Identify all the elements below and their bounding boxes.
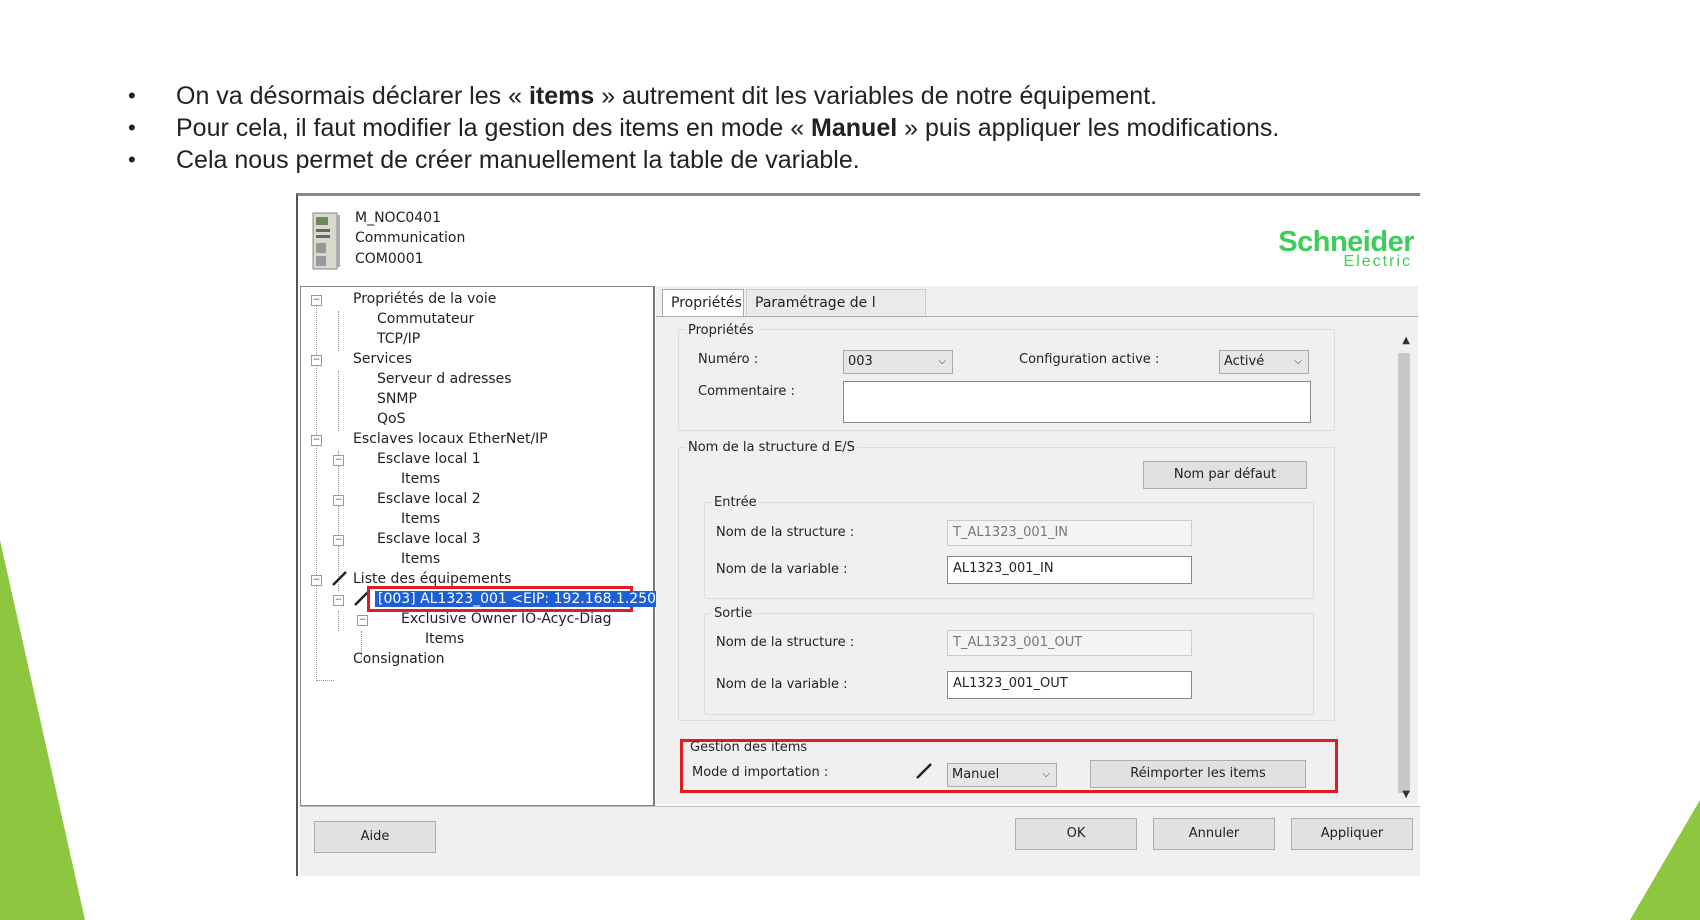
entree-variable-field[interactable]: AL1323_001_IN (947, 556, 1192, 584)
collapse-expander[interactable]: − (333, 455, 344, 466)
tree-item-esclave-local-3[interactable]: Esclave local 3 (377, 529, 481, 549)
edit-pencil-icon (916, 763, 932, 779)
slide-bullet-list: • On va désormais déclarer les « items »… (128, 80, 1428, 176)
tree-item-consignation[interactable]: Consignation (353, 649, 445, 669)
numero-label: Numéro : (698, 352, 759, 367)
bullet-item: • On va désormais déclarer les « items »… (128, 81, 1158, 110)
mode-importation-label: Mode d importation : (692, 765, 829, 780)
commentaire-field[interactable] (843, 381, 1311, 423)
tab-parametrage-adresse[interactable]: Paramétrage de l adresse (746, 289, 926, 338)
collapse-expander[interactable]: − (311, 435, 322, 446)
chevron-down-icon: ⌵ (1042, 769, 1050, 780)
structure-group-title: Nom de la structure d E/S (686, 440, 857, 455)
edit-pencil-icon (332, 571, 347, 586)
right-green-triangle (1630, 800, 1700, 920)
tree-item-snmp[interactable]: SNMP (377, 389, 417, 409)
tree-item-items[interactable]: Items (401, 469, 440, 489)
tree-item-esclaves-locaux[interactable]: Esclaves locaux EtherNet/IP (353, 429, 548, 449)
entree-structure-field[interactable]: T_AL1323_001_IN (947, 520, 1192, 546)
bullet-item: • Pour cela, il faut modifier la gestion… (128, 113, 1280, 142)
chevron-down-icon: ⌵ (938, 356, 946, 367)
sortie-structure-label: Nom de la structure : (716, 635, 855, 650)
chevron-down-icon: ⌵ (1294, 356, 1302, 367)
collapse-expander[interactable]: − (311, 295, 322, 306)
sortie-variable-label: Nom de la variable : (716, 677, 848, 692)
sortie-group-title: Sortie (712, 606, 755, 621)
collapse-expander[interactable]: − (357, 615, 368, 626)
entree-variable-label: Nom de la variable : (716, 562, 848, 577)
tree-item-items[interactable]: Items (401, 549, 440, 569)
tree-item-qos[interactable]: QoS (377, 409, 405, 429)
entree-group-title: Entrée (712, 495, 759, 510)
tree-item-esclave-local-1[interactable]: Esclave local 1 (377, 449, 481, 469)
tree-item-items[interactable]: Items (401, 509, 440, 529)
config-tree: − Propriétés de la voie Commutateur TCP/… (300, 286, 671, 806)
tree-item-items[interactable]: Items (425, 629, 464, 649)
nom-par-defaut-button[interactable]: Nom par défaut (1143, 461, 1307, 489)
properties-panel: Propriétés Numéro : 003 ⌵ Configuration a… (656, 317, 1418, 804)
properties-group-title: Propriétés (686, 323, 756, 338)
scroll-up-icon[interactable]: ▲ (1402, 335, 1410, 346)
dialog-footer: Aide OK Annuler Appliquer (300, 806, 1420, 876)
left-green-triangle (0, 540, 85, 920)
ok-button[interactable]: OK (1015, 818, 1137, 850)
collapse-expander[interactable]: − (333, 495, 344, 506)
module-hardware-icon (312, 212, 340, 270)
module-name: M_NOC0401 (355, 210, 441, 226)
collapse-expander[interactable]: − (311, 575, 322, 586)
entree-group (704, 502, 1314, 599)
sortie-group (704, 613, 1314, 715)
schneider-electric-logo: Schneider Electric (1278, 226, 1414, 270)
module-id: COM0001 (355, 251, 424, 267)
collapse-expander[interactable]: − (311, 355, 322, 366)
scroll-down-icon[interactable]: ▼ (1402, 789, 1410, 800)
module-type: Communication (355, 230, 466, 246)
tab-bar: Propriétés Paramétrage de l adresse (656, 286, 1418, 338)
tree-item-commutateur[interactable]: Commutateur (377, 309, 474, 329)
apply-button[interactable]: Appliquer (1291, 818, 1413, 850)
module-config-dialog: M_NOC0401 Communication COM0001 Schneide… (296, 193, 1420, 876)
tree-item-tcpip[interactable]: TCP/IP (377, 329, 420, 349)
tree-item-exclusive-owner[interactable]: Exclusive Owner IO-Acyc-Diag (401, 609, 612, 629)
sortie-structure-field[interactable]: T_AL1323_001_OUT (947, 630, 1192, 656)
sortie-variable-field[interactable]: AL1323_001_OUT (947, 671, 1192, 699)
numero-select[interactable]: 003 ⌵ (843, 350, 953, 374)
vertical-scrollbar[interactable] (1398, 353, 1410, 793)
entree-structure-label: Nom de la structure : (716, 525, 855, 540)
collapse-expander[interactable]: − (333, 595, 344, 606)
mode-importation-select[interactable]: Manuel ⌵ (947, 763, 1057, 787)
tree-item-serveur-adresses[interactable]: Serveur d adresses (377, 369, 512, 389)
items-management-title: Gestion des items (690, 740, 808, 755)
commentaire-label: Commentaire : (698, 384, 795, 399)
help-button[interactable]: Aide (314, 821, 436, 853)
collapse-expander[interactable]: − (333, 535, 344, 546)
reimporter-items-button[interactable]: Réimporter les items (1090, 760, 1306, 788)
tree-item-equipement-al1323[interactable]: [003] AL1323_001 <EIP: 192.168.1.250> (375, 589, 671, 609)
bullet-item: • Cela nous permet de créer manuellement… (128, 145, 860, 174)
config-active-label: Configuration active : (1019, 352, 1160, 367)
tree-item-services[interactable]: Services (353, 349, 412, 369)
tree-item-esclave-local-2[interactable]: Esclave local 2 (377, 489, 481, 509)
dialog-header: M_NOC0401 Communication COM0001 Schneide… (298, 196, 1420, 283)
tree-item-proprietes-voie[interactable]: Propriétés de la voie (353, 289, 496, 309)
cancel-button[interactable]: Annuler (1153, 818, 1275, 850)
tab-proprietes[interactable]: Propriétés (662, 289, 744, 316)
config-active-select[interactable]: Activé ⌵ (1219, 350, 1309, 374)
